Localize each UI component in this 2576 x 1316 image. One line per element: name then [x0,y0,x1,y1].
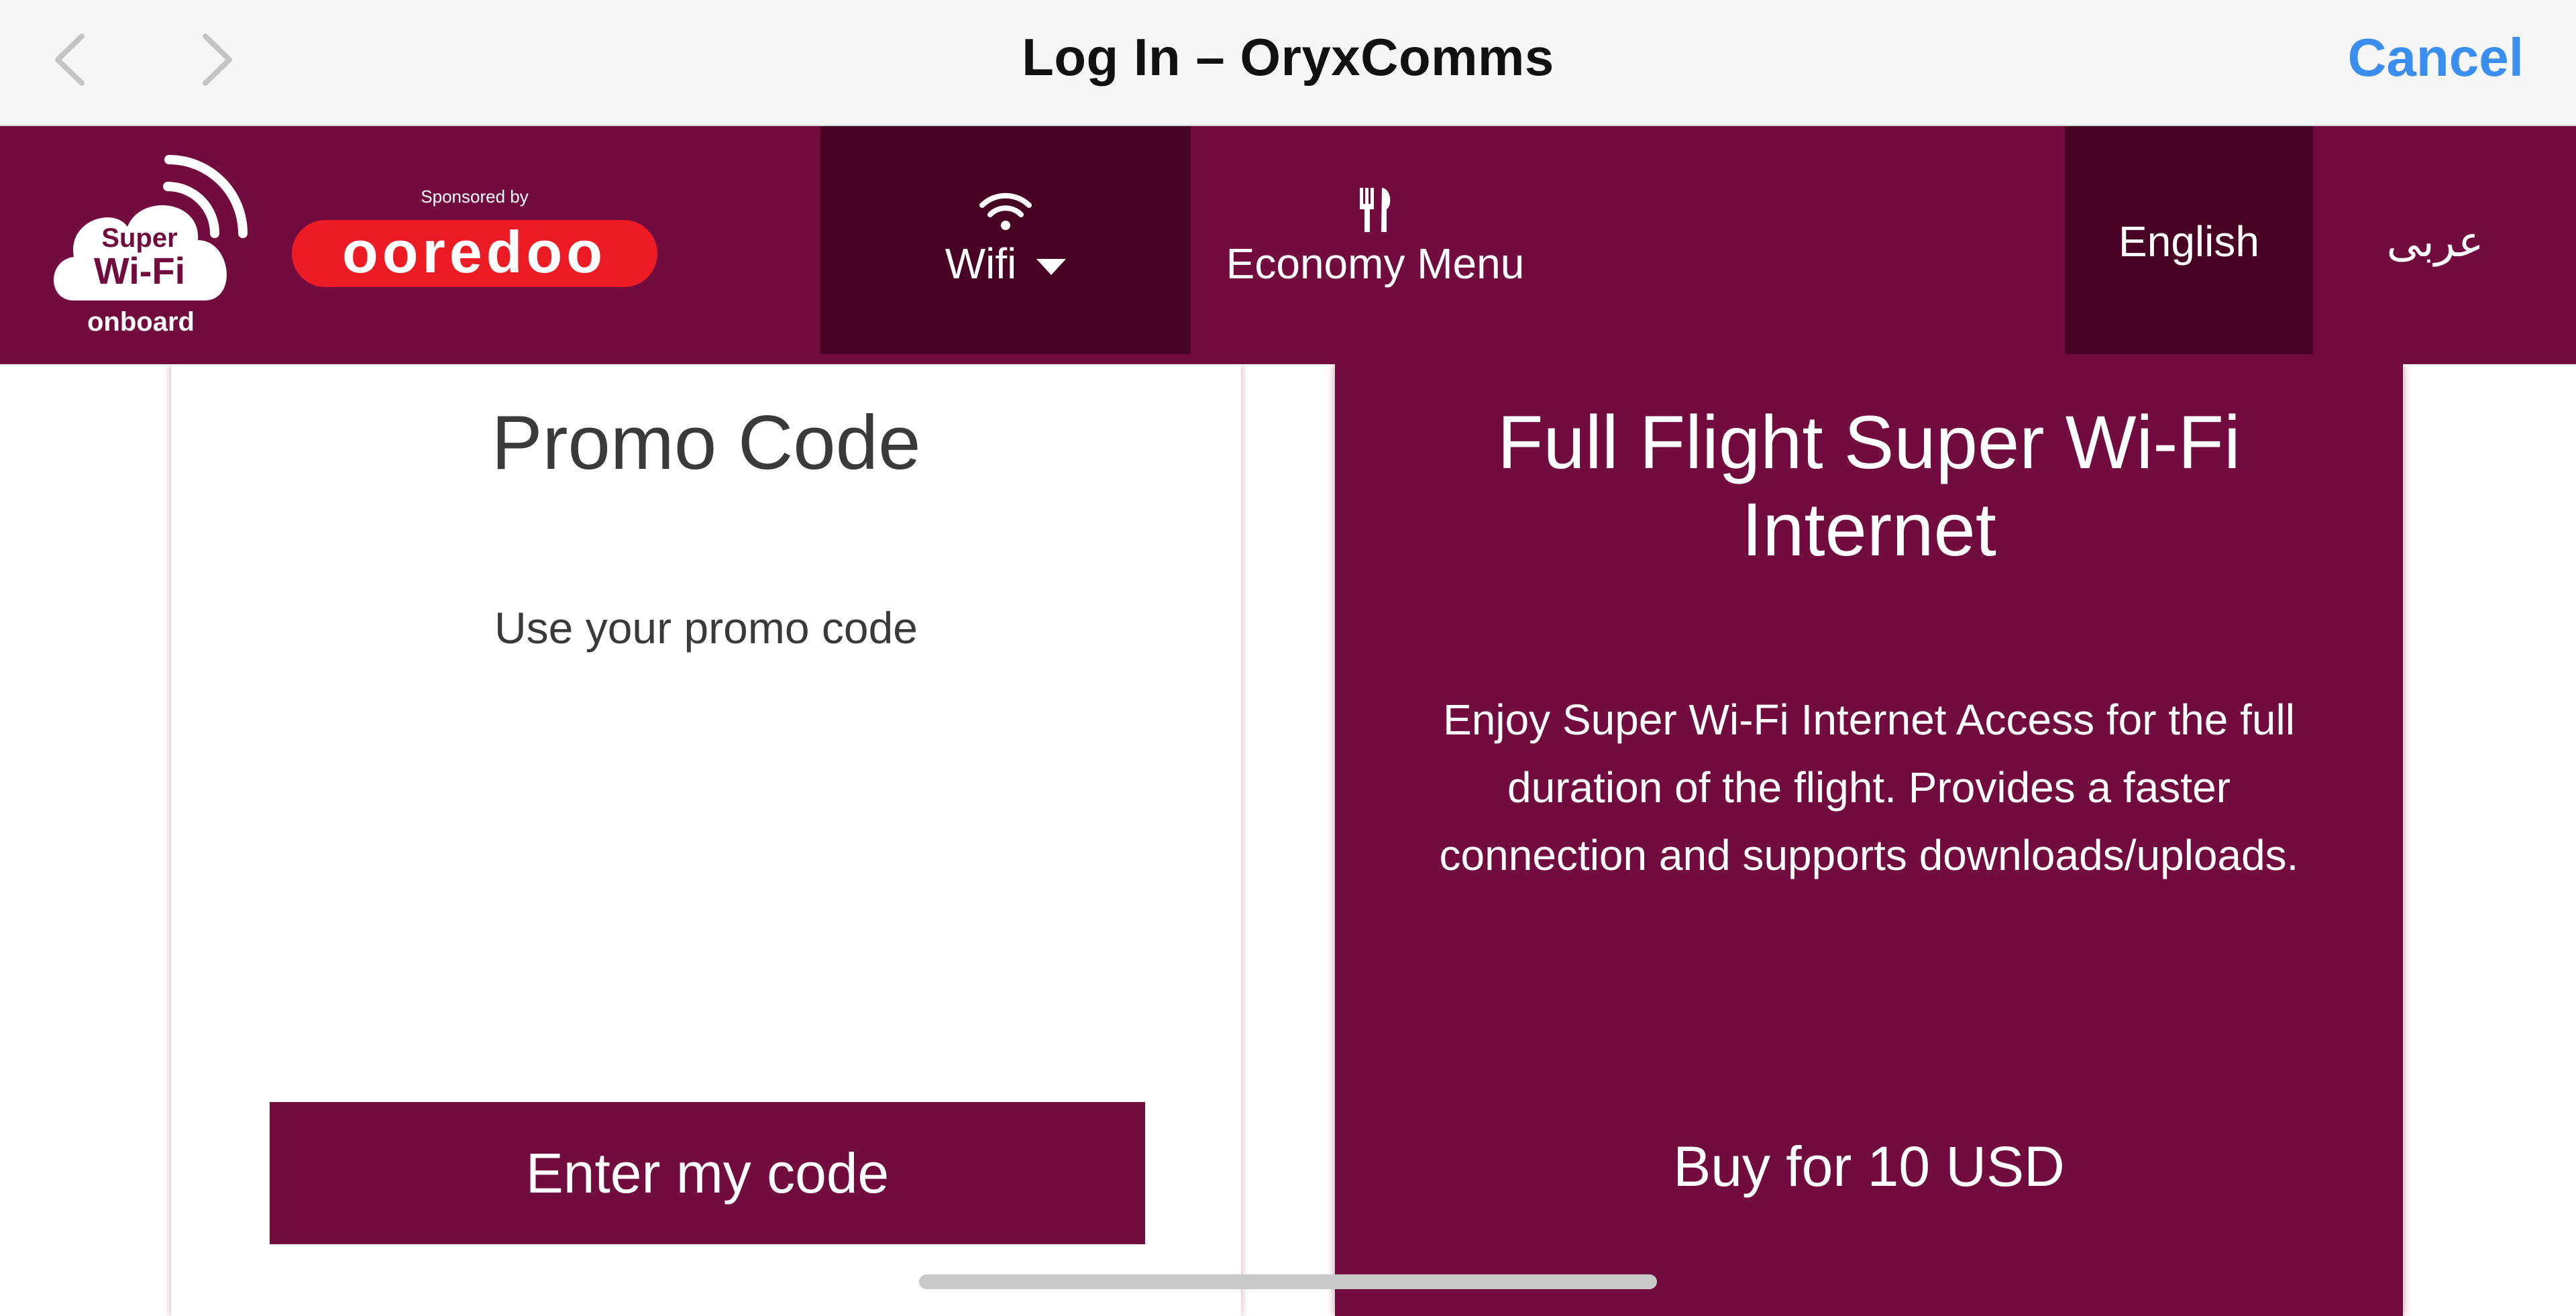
browser-toolbar: Log In – OryxComms Cancel [0,0,2576,126]
svg-text:onboard: onboard [87,307,195,337]
site-header: Super Wi-Fi onboard Sponsored by ooredoo… [0,126,2576,364]
promo-code-card: Promo Code Use your promo code Enter my … [171,364,1241,1316]
plan-title: Full Flight Super Wi-Fi Internet [1497,400,2241,571]
page-title: Log In – OryxComms [1022,28,1554,87]
svg-text:Wi-Fi: Wi-Fi [94,250,185,292]
fork-knife-icon [1201,186,1550,233]
promo-title: Promo Code [491,400,921,486]
language-arabic-label: عربى [2386,217,2484,266]
plan-description: Enjoy Super Wi-Fi Internet Access for th… [1439,696,2299,879]
cancel-button[interactable]: Cancel [2348,27,2524,89]
language-arabic[interactable]: عربى [2321,126,2549,354]
svg-text:ooredoo: ooredoo [342,219,606,285]
super-wifi-logo[interactable]: Super Wi-Fi onboard [47,146,262,341]
home-indicator[interactable] [919,1274,1657,1289]
buy-button[interactable]: Buy for 10 USD [1335,1134,2403,1199]
nav-economy-menu-label: Economy Menu [1226,239,1525,288]
language-english-label: English [2118,217,2259,266]
language-english[interactable]: English [2065,126,2313,354]
nav-wifi-dropdown[interactable]: Wifi [820,126,1191,354]
sponsor-label: Sponsored by [421,186,529,207]
caret-down-icon [1036,259,1067,276]
nav-wifi-label: Wifi [945,239,1017,288]
nav-economy-menu[interactable]: Economy Menu [1201,126,1550,354]
ooredoo-logo: ooredoo [292,219,657,287]
full-flight-plan-card: Full Flight Super Wi-Fi Internet Enjoy S… [1335,364,2403,1316]
wifi-icon [820,186,1191,233]
sponsor-block: Sponsored by ooredoo [292,186,657,321]
promo-subtitle: Use your promo code [494,603,918,653]
svg-text:Super: Super [101,223,177,253]
enter-code-button[interactable]: Enter my code [270,1102,1145,1244]
